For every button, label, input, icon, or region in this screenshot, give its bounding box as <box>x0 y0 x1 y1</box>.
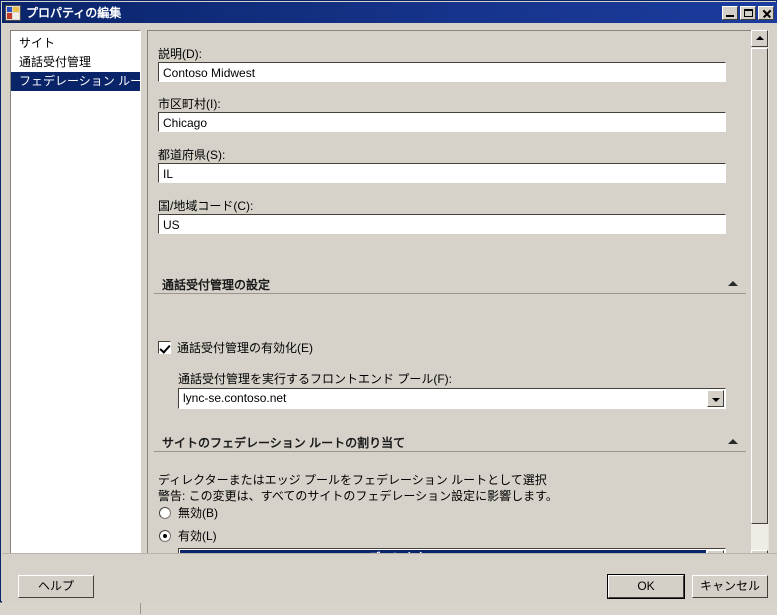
scrollbar-thumb[interactable] <box>751 48 768 524</box>
triangle-up-icon <box>755 36 764 40</box>
description-label: 説明(D): <box>158 47 202 61</box>
enable-cac-checkbox-row[interactable]: 通話受付管理の有効化(E) <box>158 339 313 356</box>
edit-properties-dialog: プロパティの編集 サイト 通話受付管理 フェデレーション ルート 説明(D): … <box>0 0 777 603</box>
chevron-down-icon[interactable] <box>707 390 724 407</box>
cac-frontend-pool-label: 通話受付管理を実行するフロントエンド プール(F): <box>178 372 452 386</box>
federation-disabled-label: 無効(B) <box>178 506 218 520</box>
scroll-up-button[interactable] <box>751 30 768 47</box>
state-input[interactable]: IL <box>158 163 726 183</box>
federation-disabled-radio[interactable] <box>159 506 171 519</box>
background-window-divider <box>140 603 141 614</box>
settings-panel: 説明(D): Contoso Midwest 市区町村(I): Chicago … <box>147 30 769 567</box>
description-input[interactable]: Contoso Midwest <box>158 62 726 82</box>
federation-enabled-radio[interactable] <box>159 529 171 542</box>
properties-icon <box>5 4 21 21</box>
federation-description-line2: 警告: この変更は、すべてのサイトのフェデレーション設定に影響します。 <box>158 489 558 503</box>
chevron-up-icon[interactable] <box>728 281 738 286</box>
state-label: 都道府県(S): <box>158 148 226 162</box>
cac-frontend-pool-value: lync-se.contoso.net <box>183 391 287 405</box>
window-title: プロパティの編集 <box>26 6 122 20</box>
enable-cac-checkbox[interactable] <box>158 341 171 354</box>
dialog-client-area: サイト 通話受付管理 フェデレーション ルート 説明(D): Contoso M… <box>2 23 777 602</box>
close-button[interactable] <box>758 5 774 20</box>
sidebar-item-federation-route[interactable]: フェデレーション ルート <box>11 72 140 91</box>
sidebar-item-call-admission-control[interactable]: 通話受付管理 <box>11 53 140 72</box>
scrollbar-track[interactable] <box>751 524 768 550</box>
window-controls <box>722 5 774 20</box>
background-window-strip <box>0 602 777 615</box>
cancel-button[interactable]: キャンセル <box>692 575 768 598</box>
section-title-call-admission-control: 通話受付管理の設定 <box>162 278 271 292</box>
city-input[interactable]: Chicago <box>158 112 726 132</box>
cac-frontend-pool-combobox[interactable]: lync-se.contoso.net <box>178 388 726 409</box>
section-header-call-admission-control[interactable]: 通話受付管理の設定 <box>154 276 746 296</box>
federation-disabled-radio-row[interactable]: 無効(B) <box>159 504 218 521</box>
section-divider <box>154 451 746 452</box>
country-region-code-input[interactable]: US <box>158 214 726 234</box>
federation-enabled-label: 有効(L) <box>178 529 217 543</box>
section-header-federation-route[interactable]: サイトのフェデレーション ルートの割り当て <box>154 434 746 454</box>
chevron-up-icon[interactable] <box>728 439 738 444</box>
dialog-button-bar: ヘルプ OK キャンセル <box>2 553 777 603</box>
help-button[interactable]: ヘルプ <box>18 575 94 598</box>
country-region-code-label: 国/地域コード(C): <box>158 199 254 213</box>
sidebar-item-site[interactable]: サイト <box>11 34 140 53</box>
federation-description-line1: ディレクターまたはエッジ プールをフェデレーション ルートとして選択 <box>158 473 547 487</box>
title-bar[interactable]: プロパティの編集 <box>2 2 777 23</box>
enable-cac-label: 通話受付管理の有効化(E) <box>177 341 313 355</box>
ok-button[interactable]: OK <box>607 574 685 599</box>
settings-scrollbar[interactable] <box>751 30 769 567</box>
page-list[interactable]: サイト 通話受付管理 フェデレーション ルート <box>10 30 141 567</box>
minimize-button[interactable] <box>722 5 738 20</box>
federation-enabled-radio-row[interactable]: 有効(L) <box>159 527 217 544</box>
section-title-federation-route: サイトのフェデレーション ルートの割り当て <box>162 436 406 450</box>
settings-panel-content: 説明(D): Contoso Midwest 市区町村(I): Chicago … <box>148 31 752 566</box>
desktop-background: プロパティの編集 サイト 通話受付管理 フェデレーション ルート 説明(D): … <box>0 0 777 615</box>
section-divider <box>154 293 746 294</box>
maximize-button[interactable] <box>740 5 756 20</box>
city-label: 市区町村(I): <box>158 97 221 111</box>
